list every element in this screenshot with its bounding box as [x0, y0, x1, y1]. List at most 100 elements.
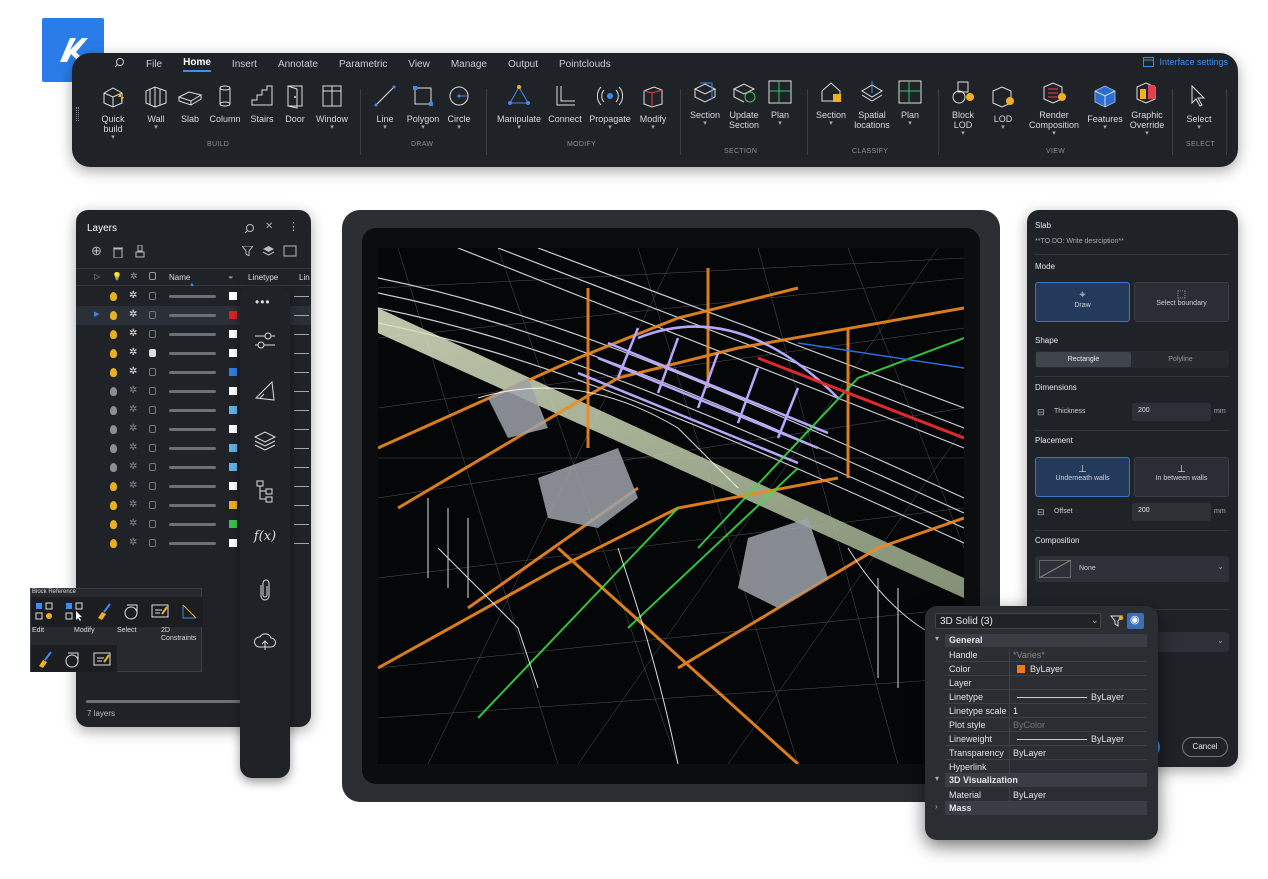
layer-lineweight[interactable] [294, 410, 309, 411]
select-block-icon[interactable] [63, 649, 83, 669]
layer-name[interactable] [169, 542, 216, 545]
lock-icon[interactable] [149, 349, 156, 357]
layer-color-swatch[interactable] [229, 387, 237, 395]
layer-name[interactable] [169, 352, 216, 355]
layer-color-swatch[interactable] [229, 482, 237, 490]
quick-select-icon[interactable] [1110, 614, 1124, 628]
layer-name[interactable] [169, 409, 216, 412]
general-section-header[interactable]: General [945, 634, 1147, 647]
thickness-input[interactable]: 200 [1132, 403, 1211, 421]
update-section-button[interactable]: Update Section [726, 79, 762, 130]
select-block-icon[interactable] [122, 601, 142, 621]
lock-icon[interactable] [149, 463, 156, 471]
lock-icon[interactable] [149, 501, 156, 509]
layer-name[interactable] [169, 333, 216, 336]
expand-mass-icon[interactable]: › [935, 802, 938, 811]
color-column-icon[interactable]: ◒ [228, 271, 233, 281]
menu-insert[interactable]: Insert [232, 59, 257, 70]
dimension-constraint-icon[interactable] [179, 601, 199, 621]
line-button[interactable]: Line ▾ [372, 83, 398, 132]
ribbon-grip[interactable] [76, 107, 79, 121]
layer-color-swatch[interactable] [229, 444, 237, 452]
bulb-icon[interactable] [110, 444, 117, 453]
interface-settings-link[interactable]: Interface settings [1143, 57, 1228, 67]
horizontal-scrollbar[interactable] [86, 700, 246, 703]
visualization-section-header[interactable]: 3D Visualization [945, 774, 1147, 787]
filter-icon[interactable] [242, 246, 253, 256]
layer-lineweight[interactable] [294, 467, 309, 468]
layer-name[interactable] [169, 428, 216, 431]
attachment-icon[interactable] [252, 578, 278, 604]
rectangle-option[interactable]: Rectangle [1036, 352, 1131, 367]
graphic-override-button[interactable]: Graphic Override ▾ [1128, 79, 1166, 138]
layer-name[interactable] [169, 390, 216, 393]
layer-name[interactable] [169, 371, 216, 374]
menu-file[interactable]: File [146, 59, 162, 70]
prop-row-lineweight[interactable]: Lineweight ByLayer [945, 732, 1147, 746]
connect-button[interactable]: Connect [547, 83, 583, 124]
lock-icon[interactable] [149, 482, 156, 490]
search-icon[interactable] [244, 223, 255, 234]
layer-lineweight[interactable] [294, 391, 309, 392]
layer-lineweight[interactable] [294, 315, 309, 316]
bulb-icon[interactable] [110, 539, 117, 548]
bulb-icon[interactable] [110, 292, 117, 301]
lineweight-column-header[interactable]: Lin [299, 273, 310, 282]
selection-dropdown[interactable]: 3D Solid (3) ⌄ [935, 613, 1101, 629]
layer-name[interactable] [169, 466, 216, 469]
freeze-icon[interactable]: ✲ [129, 424, 137, 434]
layer-color-swatch[interactable] [229, 501, 237, 509]
layer-color-swatch[interactable] [229, 368, 237, 376]
brush-icon[interactable] [35, 649, 55, 669]
bulb-icon[interactable] [110, 482, 117, 491]
select-brush-icon[interactable] [94, 601, 114, 621]
wall-button[interactable]: Wall ▾ [142, 83, 170, 132]
lock-icon[interactable] [149, 425, 156, 433]
cloud-upload-icon[interactable] [252, 628, 278, 654]
bulb-icon[interactable] [110, 520, 117, 529]
add-layer-icon[interactable]: ⊕ [91, 243, 102, 259]
freeze-icon[interactable]: ✲ [129, 443, 137, 453]
layer-name[interactable] [169, 485, 216, 488]
in-between-walls-button[interactable]: ⊥ In between walls [1134, 457, 1229, 497]
layer-states-icon[interactable] [262, 245, 275, 257]
sliders-icon[interactable] [252, 328, 278, 354]
name-column-header[interactable]: Name [169, 273, 190, 282]
bulb-column-icon[interactable]: 💡 [112, 272, 122, 281]
layer-color-swatch[interactable] [229, 311, 237, 319]
layer-lineweight[interactable] [294, 543, 309, 544]
lock-icon[interactable] [149, 387, 156, 395]
layer-name[interactable] [169, 523, 216, 526]
edit-block-icon[interactable] [34, 601, 54, 621]
collapse-visualization-icon[interactable]: ▾ [935, 774, 939, 783]
lock-icon[interactable] [149, 444, 156, 452]
collapse-general-icon[interactable]: ▾ [935, 634, 939, 643]
bulb-icon[interactable] [110, 463, 117, 472]
freeze-icon[interactable]: ✲ [129, 500, 137, 510]
bulb-icon[interactable] [110, 501, 117, 510]
layer-name[interactable] [169, 314, 216, 317]
layer-name[interactable] [169, 295, 216, 298]
layer-lineweight[interactable] [294, 486, 309, 487]
layer-color-swatch[interactable] [229, 520, 237, 528]
layer-color-swatch[interactable] [229, 539, 237, 547]
prop-row-material[interactable]: Material ByLayer [945, 788, 1147, 802]
classify-section-button[interactable]: Section ▾ [814, 79, 848, 128]
layer-lineweight[interactable] [294, 505, 309, 506]
offset-input[interactable]: 200 [1132, 503, 1211, 521]
modify-block-icon[interactable] [64, 601, 84, 621]
menu-annotate[interactable]: Annotate [278, 59, 318, 70]
constraints-2d-icon[interactable] [92, 649, 112, 669]
freeze-icon[interactable]: ✲ [129, 291, 137, 301]
polygon-button[interactable]: Polygon ▾ [405, 83, 441, 132]
layers-icon[interactable] [252, 428, 278, 454]
draw-mode-button[interactable]: ⌖ Draw [1035, 282, 1130, 322]
select-boundary-button[interactable]: ⬚ Select boundary [1134, 282, 1229, 322]
function-icon[interactable]: f(x) [252, 529, 278, 555]
block-lod-button[interactable]: Block LOD ▾ [948, 79, 978, 138]
spatial-locations-button[interactable]: Spatial locations [852, 79, 892, 130]
door-button[interactable]: Door [282, 83, 308, 124]
layer-lineweight[interactable] [294, 353, 309, 354]
cancel-button[interactable]: Cancel [1182, 737, 1228, 757]
bulb-icon[interactable] [110, 349, 117, 358]
